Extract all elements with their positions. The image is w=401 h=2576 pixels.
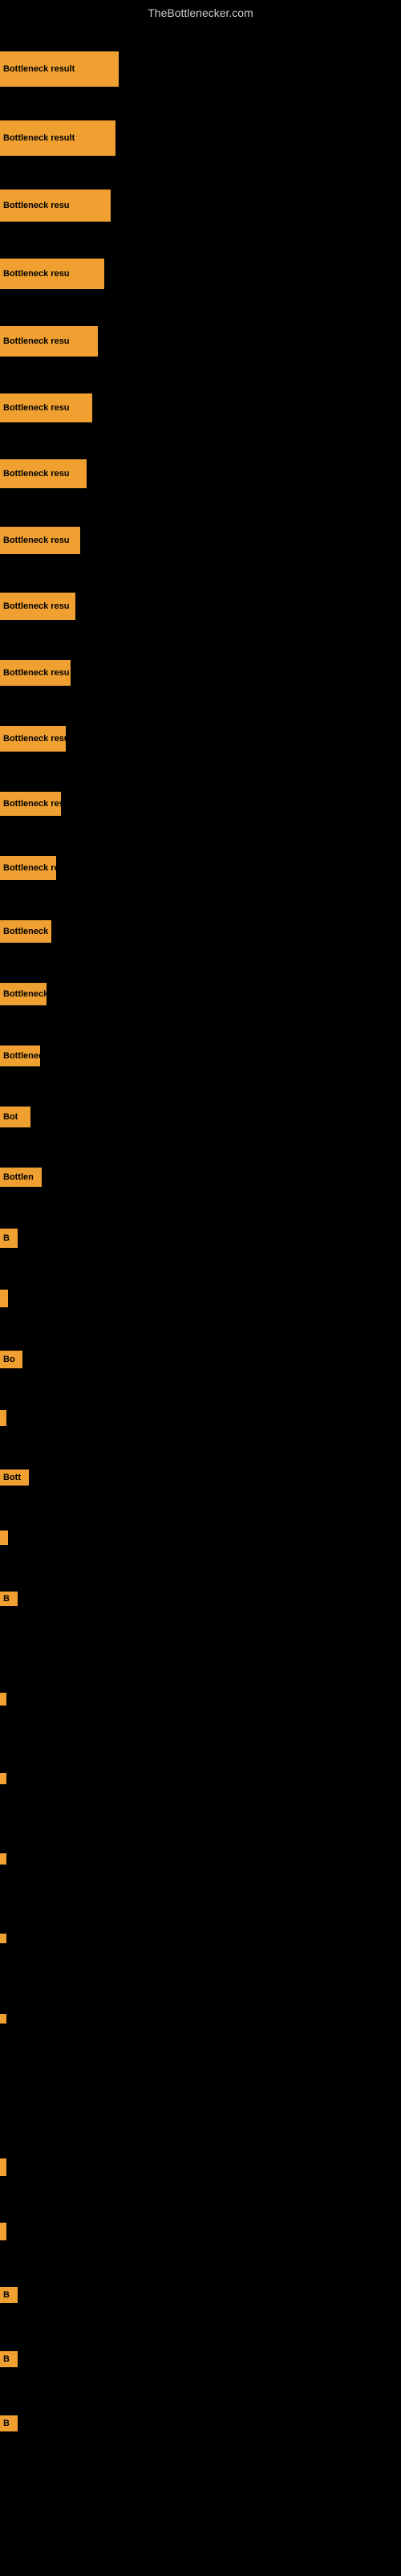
bottleneck-label: Bottleneck resu: [0, 660, 71, 686]
bar-row: [0, 1773, 6, 1784]
bar-row: [0, 1290, 8, 1307]
bottleneck-label: B: [0, 2287, 18, 2303]
bar-row: Bot: [0, 1107, 30, 1127]
bar-row: Bottleneck result: [0, 51, 119, 87]
bottleneck-label: Bottleneck result: [0, 51, 119, 87]
bottleneck-label: Bottleneck re: [0, 983, 47, 1005]
bottleneck-label: Bottleneck resu: [0, 459, 87, 488]
bar-row: [0, 1853, 6, 1865]
bar-row: [0, 2158, 6, 2176]
bar-row: Bottleneck re: [0, 856, 56, 880]
bar-row: [0, 2223, 6, 2240]
bar-row: Bottleneck resu: [0, 593, 75, 620]
bottleneck-label: B: [0, 1229, 18, 1248]
bar-row: Bott: [0, 1469, 29, 1486]
bar-row: Bottleneck resu: [0, 259, 104, 289]
bar-row: Bottlenec: [0, 1045, 40, 1066]
bottleneck-label: Bottleneck re: [0, 856, 56, 880]
bar-row: Bottleneck re: [0, 920, 51, 943]
bottleneck-label: [0, 1410, 6, 1426]
bar-row: Bottleneck resu: [0, 660, 71, 686]
bottleneck-label: Bottleneck resu: [0, 190, 111, 222]
bottleneck-label: [0, 1773, 6, 1784]
bottleneck-label: Bottleneck result: [0, 120, 115, 156]
bar-row: [0, 1693, 6, 1706]
bar-row: B: [0, 2287, 18, 2303]
bottleneck-label: Bottleneck resu: [0, 726, 66, 752]
bottleneck-label: [0, 1853, 6, 1865]
bar-row: B: [0, 2351, 18, 2367]
bottleneck-label: Bo: [0, 1351, 22, 1368]
bottleneck-label: B: [0, 2351, 18, 2367]
bottleneck-label: B: [0, 2415, 18, 2431]
bottleneck-label: Bottleneck resu: [0, 593, 75, 620]
bottleneck-label: [0, 1693, 6, 1706]
bar-row: [0, 1934, 6, 1943]
bottleneck-label: Bottleneck resu: [0, 326, 98, 357]
bottleneck-label: Bottleneck res: [0, 792, 61, 816]
bar-row: B: [0, 2415, 18, 2431]
bar-row: [0, 2014, 6, 2024]
bar-row: B: [0, 1592, 18, 1606]
site-title: TheBottlenecker.com: [0, 0, 401, 22]
bottleneck-label: Bottlen: [0, 1168, 42, 1187]
bar-row: Bottleneck resu: [0, 726, 66, 752]
bottleneck-label: Bott: [0, 1469, 29, 1486]
bottleneck-label: Bottleneck resu: [0, 527, 80, 554]
bottleneck-label: [0, 1934, 6, 1943]
bar-row: Bo: [0, 1351, 22, 1368]
bottleneck-label: [0, 1531, 8, 1545]
bar-row: Bottleneck re: [0, 983, 47, 1005]
bar-row: Bottleneck resu: [0, 459, 87, 488]
bar-row: Bottlen: [0, 1168, 42, 1187]
bottleneck-label: Bot: [0, 1107, 30, 1127]
bar-row: Bottleneck resu: [0, 326, 98, 357]
bottleneck-label: [0, 1290, 8, 1307]
bar-row: Bottleneck res: [0, 792, 61, 816]
bottleneck-label: Bottleneck re: [0, 920, 51, 943]
bottleneck-label: [0, 2014, 6, 2024]
bottleneck-label: Bottleneck resu: [0, 259, 104, 289]
bar-row: Bottleneck resu: [0, 527, 80, 554]
bar-row: B: [0, 1229, 18, 1248]
bar-row: Bottleneck resu: [0, 393, 92, 422]
bottleneck-label: Bottlenec: [0, 1045, 40, 1066]
bar-row: Bottleneck resu: [0, 190, 111, 222]
bar-row: Bottleneck result: [0, 120, 115, 156]
bar-row: [0, 1531, 8, 1545]
bottleneck-label: B: [0, 1592, 18, 1606]
bottleneck-label: [0, 2223, 6, 2240]
bottleneck-label: [0, 2158, 6, 2176]
bottleneck-label: Bottleneck resu: [0, 393, 92, 422]
bar-row: [0, 1410, 6, 1426]
